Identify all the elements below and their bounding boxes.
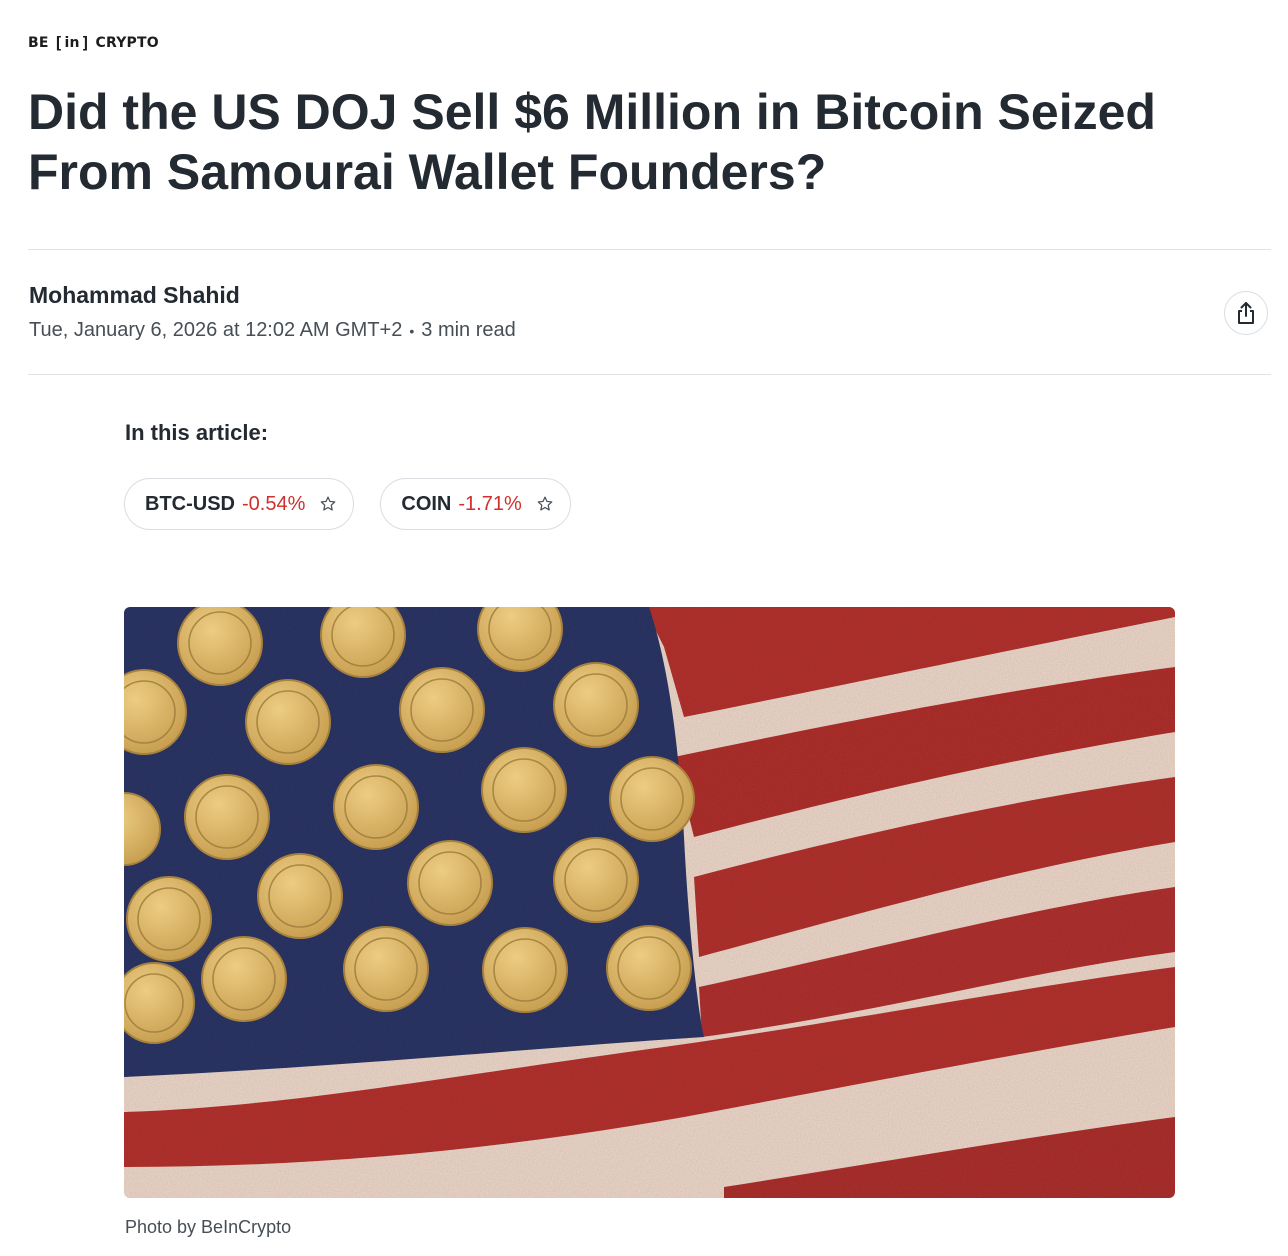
author-name[interactable]: Mohammad Shahid bbox=[29, 282, 240, 309]
logo-bracket-close: ] bbox=[80, 33, 91, 52]
star-icon[interactable] bbox=[319, 495, 337, 513]
read-time: 3 min read bbox=[421, 319, 516, 341]
article-meta: Tue, January 6, 2026 at 12:02 AM GMT+2 •… bbox=[29, 319, 516, 342]
site-logo[interactable]: BE [ in ] CRYPTO bbox=[28, 33, 159, 52]
publish-date: Tue, January 6, 2026 at 12:02 AM GMT+2 bbox=[29, 319, 403, 341]
article-title: Did the US DOJ Sell $6 Million in Bitcoi… bbox=[28, 84, 1156, 200]
article-page: BE [ in ] CRYPTO Did the US DOJ Sell $6 … bbox=[0, 0, 1288, 1256]
image-caption: Photo by BeInCrypto bbox=[125, 1217, 292, 1237]
ticker-chip-coin[interactable]: COIN -1.71% bbox=[380, 478, 571, 530]
ticker-change: -1.71% bbox=[458, 492, 522, 515]
divider bbox=[28, 374, 1271, 375]
logo-text-in: in bbox=[64, 34, 80, 51]
logo-text-be: BE bbox=[28, 34, 49, 51]
hero-image bbox=[124, 607, 1175, 1198]
star-icon[interactable] bbox=[536, 495, 554, 513]
flag-illustration bbox=[124, 607, 1175, 1198]
share-icon bbox=[1238, 302, 1254, 324]
ticker-chip-btc-usd[interactable]: BTC-USD -0.54% bbox=[124, 478, 355, 530]
logo-text-crypto: CRYPTO bbox=[95, 34, 159, 51]
share-button[interactable] bbox=[1224, 291, 1268, 335]
ticker-symbol: COIN bbox=[401, 492, 452, 515]
in-this-article-label: In this article: bbox=[125, 420, 269, 445]
ticker-change: -0.54% bbox=[242, 492, 306, 515]
ticker-symbol: BTC-USD bbox=[145, 492, 235, 515]
logo-bracket-open: [ bbox=[53, 33, 64, 52]
ticker-list: BTC-USD -0.54% COIN -1.71% bbox=[124, 478, 571, 530]
meta-separator: • bbox=[409, 322, 415, 339]
divider bbox=[28, 249, 1271, 250]
